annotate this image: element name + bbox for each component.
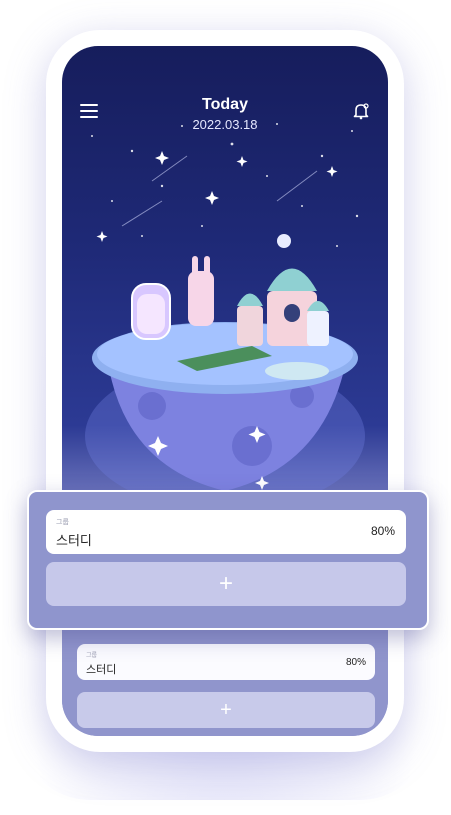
group-item-percent: 80% (370, 524, 395, 538)
group-item[interactable]: 그룹 스터디 80% (46, 510, 406, 554)
group-item-name: 스터디 (56, 533, 92, 548)
plus-icon: + (218, 570, 233, 597)
group-item-label: 그룹 (86, 653, 98, 659)
add-group-button[interactable]: + (46, 562, 406, 606)
group-list-panel-front: 그룹 스터디 80% + (27, 490, 429, 630)
phone-frame: Today 2022.03.18 그룹 스터디 80% + (46, 30, 404, 752)
add-group-button-back[interactable]: + (77, 692, 375, 728)
group-item-name: 스터디 (86, 664, 117, 676)
floating-island-illustration (85, 123, 365, 506)
group-item-percent: 80% (345, 657, 366, 668)
app-screen: Today 2022.03.18 그룹 스터디 80% + (62, 46, 388, 736)
group-item-label: 그룹 (56, 519, 69, 526)
group-item-back[interactable]: 그룹 스터디 80% (77, 644, 375, 680)
plus-icon: + (220, 698, 232, 721)
